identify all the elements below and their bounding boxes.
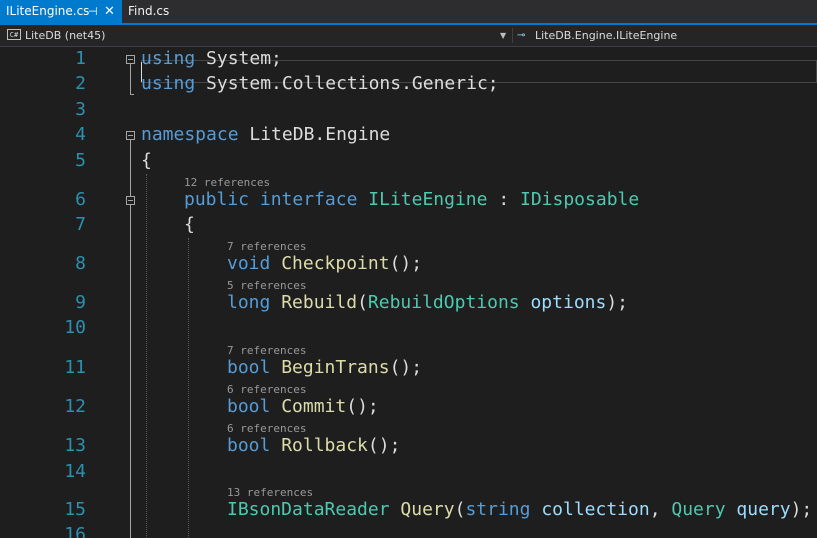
tab-find[interactable]: Find.cs xyxy=(122,0,176,23)
line-number: 14 xyxy=(64,461,86,482)
line-number: 16 xyxy=(64,524,86,538)
code-line-12: bool Commit(); xyxy=(227,396,379,418)
parameter: collection xyxy=(541,499,650,520)
keyword: bool xyxy=(227,357,271,378)
keyword: public xyxy=(184,189,250,210)
codelens-references[interactable]: 5 references xyxy=(227,279,306,292)
punct: (); xyxy=(389,357,423,378)
punct: (); xyxy=(389,253,423,274)
line-number: 2 xyxy=(75,73,86,94)
identifier: LiteDB.Engine xyxy=(238,124,391,145)
keyword: void xyxy=(227,253,271,274)
collapse-icon[interactable] xyxy=(126,55,135,64)
punct: ); xyxy=(790,499,813,520)
keyword: using xyxy=(141,73,196,94)
brace: { xyxy=(184,214,195,235)
document-tab-bar: ILiteEngine.cs ⊣ ✕ Find.cs xyxy=(0,0,817,25)
navigation-bar: C# LiteDB (net45) ▼ ⊸ LiteDB.Engine.ILit… xyxy=(0,25,817,47)
identifier: System.Collections.Generic; xyxy=(195,73,499,94)
method-name: Rebuild xyxy=(281,292,358,313)
brace: { xyxy=(141,150,152,171)
punct: , xyxy=(649,499,672,520)
tab-label: ILiteEngine.cs xyxy=(6,4,90,18)
outline-line xyxy=(130,64,131,94)
codelens-references[interactable]: 7 references xyxy=(227,240,306,253)
type-name: Query xyxy=(671,499,726,520)
codelens-references[interactable]: 12 references xyxy=(184,176,270,189)
code-line-11: bool BeginTrans(); xyxy=(227,357,422,379)
line-number: 15 xyxy=(64,499,86,520)
line-number: 4 xyxy=(75,124,86,145)
punct: (); xyxy=(367,435,401,456)
keyword: namespace xyxy=(141,124,239,145)
method-name: BeginTrans xyxy=(281,357,390,378)
type-name: ILiteEngine xyxy=(368,189,488,210)
line-number: 10 xyxy=(64,317,86,338)
pin-icon[interactable]: ⊣ xyxy=(88,0,98,23)
keyword: string xyxy=(465,499,531,520)
type-name: IBsonDataReader xyxy=(227,499,390,520)
keyword: long xyxy=(227,292,271,313)
indent-guide xyxy=(188,238,189,538)
type-name: RebuildOptions xyxy=(367,292,520,313)
method-name: Query xyxy=(400,499,455,520)
method-name: Commit xyxy=(281,396,347,417)
keyword: interface xyxy=(259,189,358,210)
type-name: IDisposable xyxy=(520,189,640,210)
codelens-references[interactable]: 7 references xyxy=(227,344,306,357)
tab-iliteengine[interactable]: ILiteEngine.cs ⊣ ✕ xyxy=(0,0,122,23)
code-editor[interactable]: 1 2 3 4 5 6 7 8 9 10 11 12 13 14 15 16 u… xyxy=(0,47,817,538)
parameter: options xyxy=(530,292,607,313)
code-line-2: using System.Collections.Generic; xyxy=(141,73,499,95)
csharp-project-icon: C# xyxy=(7,29,21,40)
code-line-4: namespace LiteDB.Engine xyxy=(141,124,390,146)
codelens-references[interactable]: 6 references xyxy=(227,422,306,435)
code-line-13: bool Rollback(); xyxy=(227,435,400,457)
line-number: 9 xyxy=(75,292,86,313)
parameter: query xyxy=(736,499,791,520)
interface-icon: ⊸ xyxy=(517,30,526,41)
punct: (); xyxy=(346,396,379,417)
keyword: bool xyxy=(227,396,271,417)
method-name: Checkpoint xyxy=(281,253,390,274)
chevron-down-icon[interactable]: ▼ xyxy=(500,27,506,44)
outline-line-end xyxy=(130,94,134,95)
code-line-9: long Rebuild(RebuildOptions options); xyxy=(227,292,628,314)
line-number: 1 xyxy=(75,48,86,69)
method-name: Rollback xyxy=(281,435,368,456)
member-label: LiteDB.Engine.ILiteEngine xyxy=(535,29,678,42)
codelens-references[interactable]: 6 references xyxy=(227,383,306,396)
line-number: 8 xyxy=(75,253,86,274)
line-number: 12 xyxy=(64,396,86,417)
line-number: 5 xyxy=(75,150,86,171)
indent-guide xyxy=(146,174,147,538)
collapse-icon[interactable] xyxy=(126,196,135,205)
collapse-icon[interactable] xyxy=(126,131,135,140)
code-line-7: { xyxy=(184,214,195,236)
identifier: System; xyxy=(195,48,282,69)
punct: ( xyxy=(454,499,466,520)
close-icon[interactable]: ✕ xyxy=(104,0,115,23)
punct: ); xyxy=(606,292,629,313)
project-dropdown[interactable]: C# LiteDB (net45) ▼ xyxy=(4,27,510,44)
navbar-divider xyxy=(512,28,513,43)
line-number: 7 xyxy=(75,214,86,235)
code-line-15: IBsonDataReader Query(string collection,… xyxy=(227,499,812,521)
tab-label: Find.cs xyxy=(128,4,170,18)
code-line-1: using System; xyxy=(141,48,282,70)
punct: : xyxy=(487,189,520,210)
punct: ( xyxy=(357,292,368,313)
code-line-8: void Checkpoint(); xyxy=(227,253,422,275)
line-number: 6 xyxy=(75,189,86,210)
codelens-references[interactable]: 13 references xyxy=(227,486,313,499)
project-label: LiteDB (net45) xyxy=(25,29,106,42)
code-line-5: { xyxy=(141,150,152,172)
code-line-6: public interface ILiteEngine : IDisposab… xyxy=(184,189,639,211)
line-number: 3 xyxy=(75,99,86,120)
line-number: 11 xyxy=(64,357,86,378)
keyword: using xyxy=(141,48,196,69)
keyword: bool xyxy=(227,435,271,456)
line-number: 13 xyxy=(64,435,86,456)
